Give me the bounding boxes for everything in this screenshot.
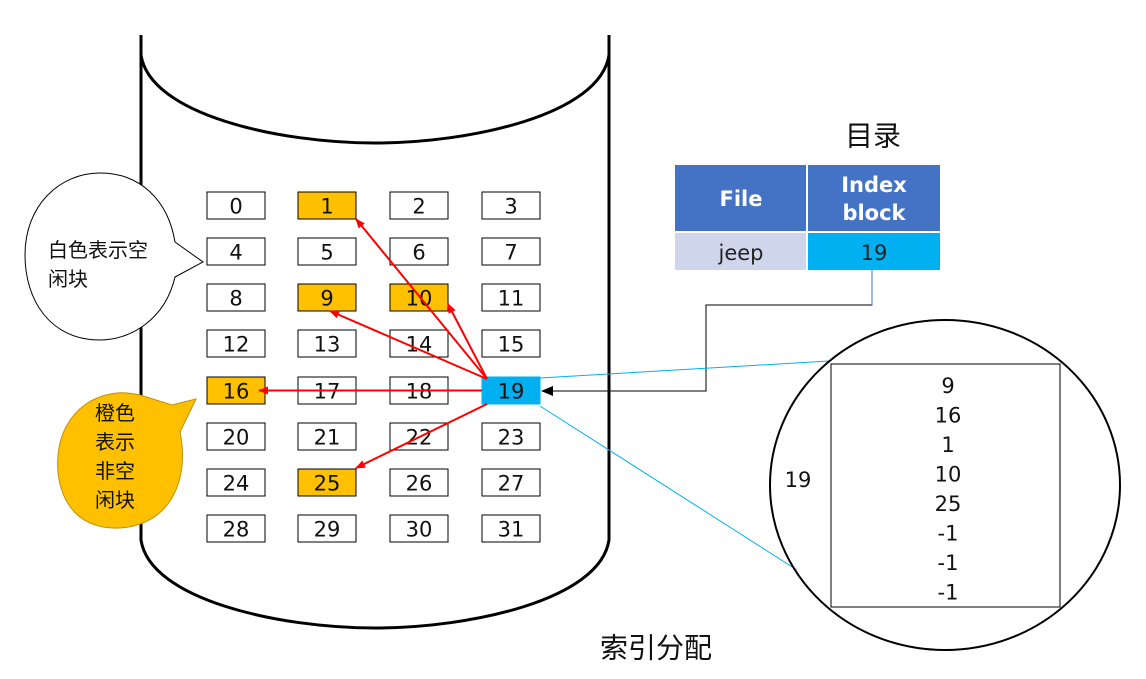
block-number: 16	[223, 380, 250, 404]
block-number: 19	[498, 380, 525, 404]
disk-block-21[interactable]: 21	[297, 422, 357, 451]
used-block-callout: 橙色表示非空闲块	[57, 392, 197, 529]
index-entry: 9	[941, 374, 954, 398]
disk-block-2[interactable]: 2	[389, 191, 449, 220]
block-number: 30	[406, 518, 433, 542]
block-number: 29	[314, 518, 341, 542]
disk-block-12[interactable]: 12	[206, 329, 266, 358]
pointer-arrows	[258, 218, 488, 469]
header-index-line1: Index	[841, 173, 907, 197]
diagram-title: 索引分配	[600, 632, 712, 665]
block-number: 2	[412, 195, 425, 219]
free-block-callout: 白色表示空闲块	[24, 172, 204, 341]
index-entry: -1	[938, 581, 959, 605]
block-number: 6	[412, 241, 425, 265]
block-number: 4	[229, 241, 242, 265]
block-number: 12	[223, 333, 250, 357]
disk-block-25[interactable]: 25	[297, 468, 357, 497]
index-entry: 1	[941, 433, 954, 457]
disk-block-19[interactable]: 19	[481, 376, 541, 405]
disk-block-6[interactable]: 6	[389, 237, 449, 266]
index-entry: 16	[935, 404, 962, 428]
zoom-line-bottom	[539, 405, 798, 571]
disk-block-3[interactable]: 3	[481, 191, 541, 220]
block-number: 24	[223, 472, 250, 496]
disk-block-13[interactable]: 13	[297, 329, 357, 358]
index-entry: 10	[935, 463, 962, 487]
disk-block-26[interactable]: 26	[389, 468, 449, 497]
block-number: 11	[498, 287, 525, 311]
block-number: 8	[229, 287, 242, 311]
disk-block-0[interactable]: 0	[206, 191, 266, 220]
disk-block-14[interactable]: 14	[389, 329, 449, 358]
disk-block-28[interactable]: 28	[206, 514, 266, 543]
block-number: 0	[229, 195, 242, 219]
block-number: 31	[498, 518, 525, 542]
block-number: 21	[314, 426, 341, 450]
disk-block-20[interactable]: 20	[206, 422, 266, 451]
header-file: File	[720, 187, 763, 211]
block-number: 27	[498, 472, 525, 496]
index-entry: 25	[935, 492, 962, 516]
directory-to-index-connector	[541, 270, 873, 396]
callout-line: 橙色	[95, 401, 135, 425]
cylinder-top-arc	[139, 35, 611, 145]
disk-block-29[interactable]: 29	[297, 514, 357, 543]
disk-block-16[interactable]: 16	[206, 376, 266, 405]
block-number: 13	[314, 333, 341, 357]
row-index-block[interactable]: 19	[861, 241, 888, 265]
callout-line: 白色表示空	[48, 238, 148, 262]
header-index-line2: block	[842, 201, 906, 225]
indexed-allocation-diagram: 白色表示空闲块 橙色表示非空闲块 0 1 2 34 5 6 78 9 10 1112 13 14 151…	[24, 35, 1121, 665]
directory-table: File Index block jeep 19	[675, 165, 940, 270]
block-number: 26	[406, 472, 433, 496]
disk-block-7[interactable]: 7	[481, 237, 541, 266]
disk-block-5[interactable]: 5	[297, 237, 357, 266]
index-entry: -1	[938, 551, 959, 575]
block-number: 28	[223, 518, 250, 542]
callout-line: 闲块	[95, 488, 135, 512]
callout-line: 表示	[95, 430, 135, 454]
callout-line: 非空	[95, 459, 135, 483]
block-number: 23	[498, 426, 525, 450]
block-number: 7	[504, 241, 517, 265]
block-number: 3	[504, 195, 517, 219]
disk-block-15[interactable]: 15	[481, 329, 541, 358]
zoom-line-top	[539, 360, 830, 379]
disk-block-24[interactable]: 24	[206, 468, 266, 497]
disk-block-30[interactable]: 30	[389, 514, 449, 543]
directory-title: 目录	[845, 120, 901, 153]
disk-block-23[interactable]: 23	[481, 422, 541, 451]
pointer-arrow-to-10	[447, 303, 488, 380]
disk-block-8[interactable]: 8	[206, 283, 266, 312]
block-number: 1	[320, 195, 333, 219]
disk-block-27[interactable]: 27	[481, 468, 541, 497]
disk-block-4[interactable]: 4	[206, 237, 266, 266]
row-file-name[interactable]: jeep	[717, 241, 763, 265]
index-entry: -1	[938, 522, 959, 546]
callout-line: 闲块	[48, 267, 88, 291]
block-number: 20	[223, 426, 250, 450]
index-block-label: 19	[785, 468, 812, 492]
disk-block-31[interactable]: 31	[481, 514, 541, 543]
block-number: 25	[314, 472, 341, 496]
disk-block-11[interactable]: 11	[481, 283, 541, 312]
block-number: 9	[320, 287, 333, 311]
disk-block-1[interactable]: 1	[297, 191, 357, 220]
pointer-arrow-to-25	[355, 403, 488, 469]
disk-block-9[interactable]: 9	[297, 283, 357, 312]
disk-blocks-grid: 0123456789101112131415161718192021222324…	[206, 191, 541, 543]
block-number: 5	[320, 241, 333, 265]
block-number: 15	[498, 333, 525, 357]
